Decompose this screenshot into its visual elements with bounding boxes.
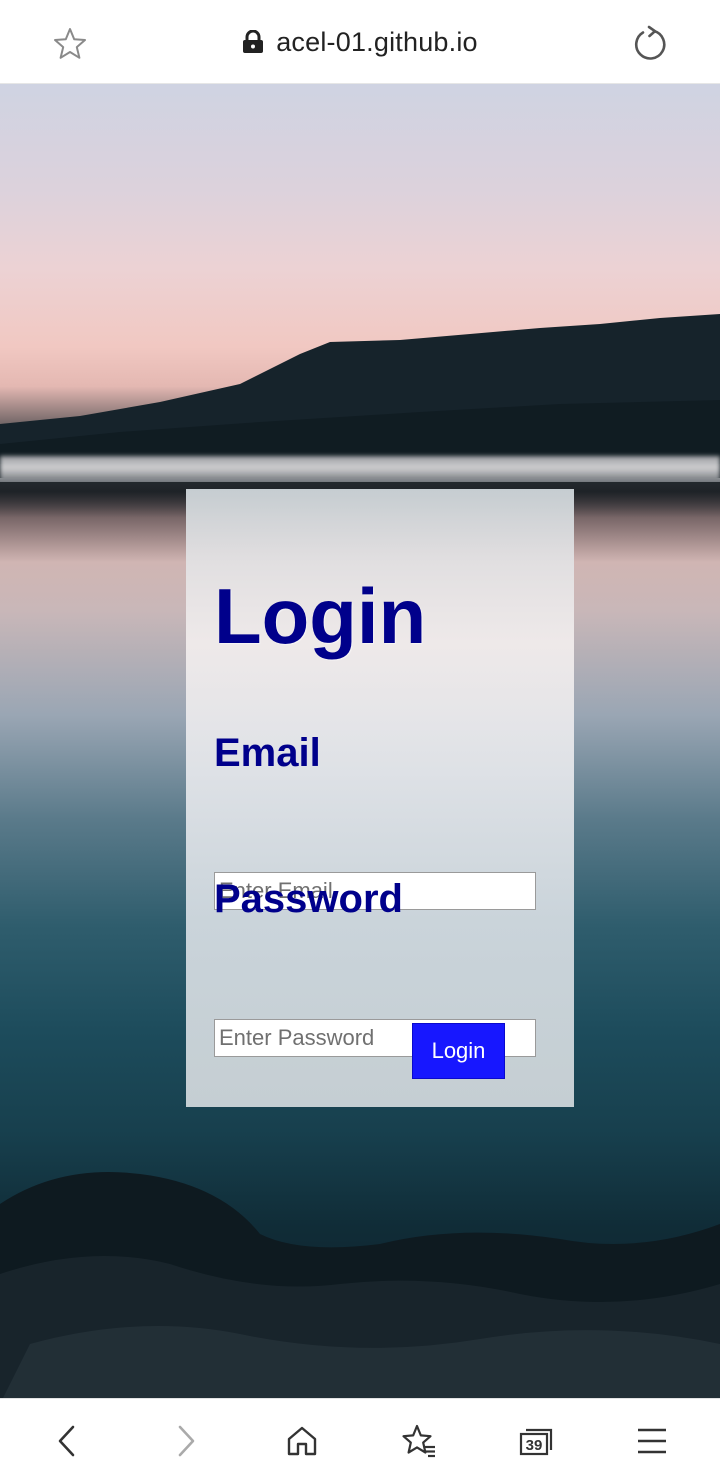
forward-icon bbox=[178, 1425, 195, 1457]
home-icon bbox=[287, 1426, 317, 1456]
background-hill bbox=[0, 314, 720, 464]
lock-icon bbox=[243, 30, 264, 53]
browser-bottom-toolbar: 39 bbox=[0, 1398, 720, 1482]
menu-icon bbox=[638, 1428, 666, 1454]
url-field[interactable]: acel-01.github.io bbox=[242, 27, 478, 58]
login-card: Login Email Password Login bbox=[186, 489, 574, 1107]
password-label: Password bbox=[214, 877, 403, 921]
login-title: Login bbox=[214, 572, 427, 660]
tabs-button[interactable]: 39 bbox=[512, 1417, 560, 1465]
star-icon bbox=[54, 28, 86, 59]
url-text: acel-01.github.io bbox=[276, 26, 478, 57]
login-button[interactable]: Login bbox=[412, 1023, 505, 1079]
home-button[interactable] bbox=[278, 1417, 326, 1465]
email-label: Email bbox=[214, 731, 321, 775]
background-rocks bbox=[0, 1172, 720, 1398]
reload-button[interactable] bbox=[630, 24, 670, 64]
background-shoreline bbox=[0, 456, 720, 482]
page-viewport: Login Email Password Login bbox=[0, 84, 720, 1398]
tab-count: 39 bbox=[525, 1437, 543, 1454]
menu-button[interactable] bbox=[628, 1417, 676, 1465]
bookmarks-icon bbox=[402, 1424, 435, 1458]
back-icon bbox=[58, 1425, 75, 1457]
forward-button[interactable] bbox=[161, 1417, 209, 1465]
back-button[interactable] bbox=[44, 1417, 92, 1465]
reload-icon bbox=[634, 25, 666, 60]
browser-address-bar: acel-01.github.io bbox=[0, 0, 720, 84]
bookmark-star-button[interactable] bbox=[52, 26, 88, 62]
bookmarks-button[interactable] bbox=[395, 1417, 443, 1465]
